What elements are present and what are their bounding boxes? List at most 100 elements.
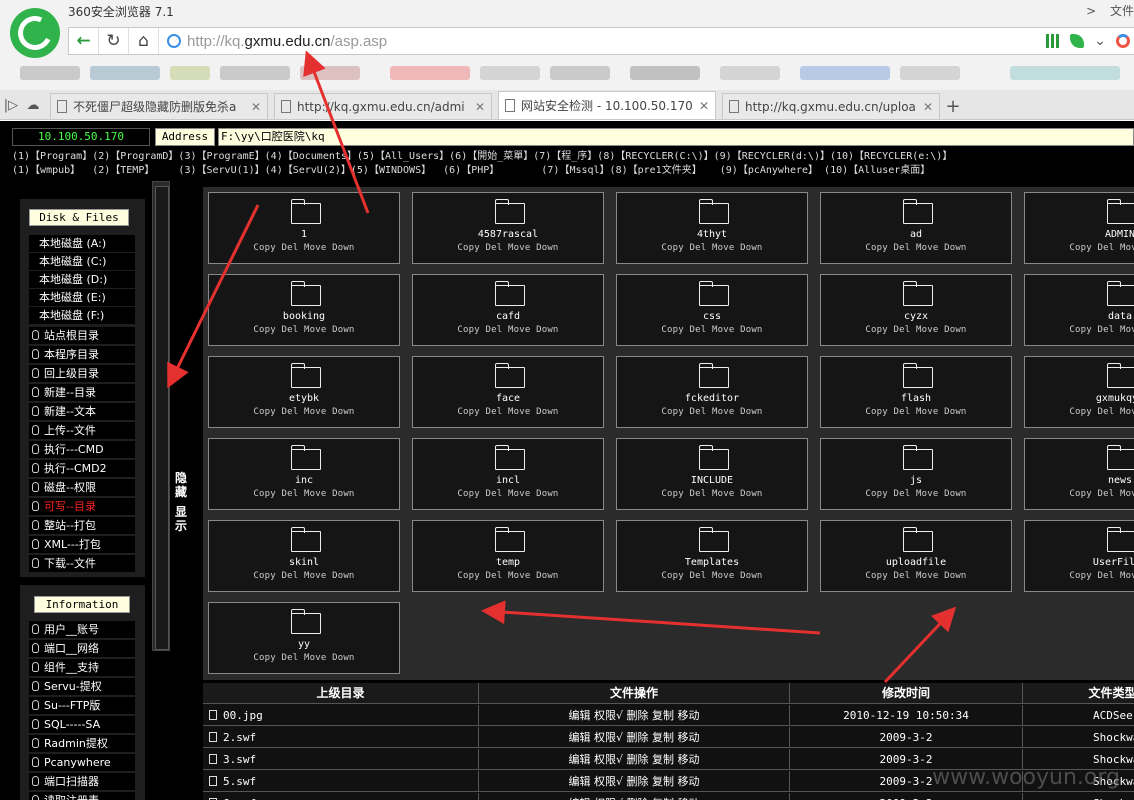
drive-item[interactable]: 本地磁盘 (D:) (29, 271, 135, 288)
file-name[interactable]: 5.swf (223, 775, 256, 788)
tab-2[interactable]: http://kq.gxmu.edu.cn/admi ✕ (274, 93, 492, 119)
folder-actions[interactable]: Copy Del Move Down (413, 571, 603, 581)
folder-actions[interactable]: Copy Del Move Down (209, 653, 399, 663)
refresh-button[interactable]: ↻ (99, 28, 129, 54)
folder-actions[interactable]: Copy Del Move Down (413, 407, 603, 417)
folder-actions[interactable]: Copy Del Move Down (1025, 243, 1134, 253)
tab-4[interactable]: http://kq.gxmu.edu.cn/uploa ✕ (722, 93, 940, 119)
folder-name[interactable]: skinl (209, 557, 399, 568)
folder-name[interactable]: 4587rascal (413, 229, 603, 240)
info-item[interactable]: 端口扫描器 (29, 773, 135, 790)
folder-actions[interactable]: Copy Del Move Down (209, 407, 399, 417)
close-icon[interactable]: ✕ (923, 100, 933, 114)
sidebar-item[interactable]: 执行---CMD (29, 441, 135, 458)
file-name[interactable]: 00.jpg (223, 709, 263, 722)
info-item[interactable]: 组件__支持 (29, 659, 135, 676)
sidebar-item[interactable]: 新建--文本 (29, 403, 135, 420)
address-bar-url[interactable]: http://kq.gxmu.edu.cn/asp.asp (187, 33, 1046, 50)
folder-name[interactable]: incl (413, 475, 603, 486)
folder-tile[interactable]: 1 Copy Del Move Down (208, 192, 400, 264)
splitter-thumb[interactable] (155, 186, 169, 650)
folder-actions[interactable]: Copy Del Move Down (413, 325, 603, 335)
folder-name[interactable]: uploadfile (821, 557, 1011, 568)
folder-name[interactable]: news (1025, 475, 1134, 486)
folder-actions[interactable]: Copy Del Move Down (617, 571, 807, 581)
info-item[interactable]: Pcanywhere (29, 754, 135, 771)
back-button[interactable]: ← (69, 28, 99, 54)
folder-tile[interactable]: cafd Copy Del Move Down (412, 274, 604, 346)
folder-actions[interactable]: Copy Del Move Down (209, 325, 399, 335)
file-ops-cell[interactable]: 编辑 权限√ 删除 复制 移动 (479, 793, 790, 800)
folder-actions[interactable]: Copy Del Move Down (617, 243, 807, 253)
window-menu[interactable]: > 文件 (1076, 2, 1134, 19)
folder-name[interactable]: booking (209, 311, 399, 322)
folder-tile[interactable]: etybk Copy Del Move Down (208, 356, 400, 428)
sidebar-item[interactable]: 本程序目录 (29, 346, 135, 363)
file-ops-cell[interactable]: 编辑 权限√ 删除 复制 移动 (479, 727, 790, 748)
info-item[interactable]: 读取注册表 (29, 792, 135, 800)
header-parent-dir[interactable]: 上级目录 (203, 683, 479, 704)
folder-tile[interactable]: ADMIN Copy Del Move Down (1024, 192, 1134, 264)
path-input[interactable]: F:\yy\口腔医院\kq (218, 128, 1134, 146)
file-name[interactable]: 3.swf (223, 753, 256, 766)
menu-file[interactable]: 文件 (1110, 4, 1134, 18)
folder-name[interactable]: temp (413, 557, 603, 568)
shortcuts-row-1[interactable]: (1)【Program】(2)【ProgramD】(3)【ProgramE】(4… (12, 150, 1134, 164)
folder-tile[interactable]: flash Copy Del Move Down (820, 356, 1012, 428)
info-item[interactable]: Servu-提权 (29, 678, 135, 695)
drive-item[interactable]: 本地磁盘 (A:) (29, 235, 135, 252)
sidebar-toggle-icon[interactable]: |▷ (0, 91, 22, 119)
shortcuts-row-2[interactable]: (1)【wmpub】 (2)【TEMP】 (3)【ServU(1)】(4)【Se… (12, 164, 1134, 178)
folder-actions[interactable]: Copy Del Move Down (617, 325, 807, 335)
folder-tile[interactable]: cyzx Copy Del Move Down (820, 274, 1012, 346)
tab-3-active[interactable]: 网站安全检测 - 10.100.50.170 ✕ (498, 91, 716, 119)
folder-tile[interactable]: inc Copy Del Move Down (208, 438, 400, 510)
folder-name[interactable]: ad (821, 229, 1011, 240)
folder-name[interactable]: 4thyt (617, 229, 807, 240)
qr-code-icon[interactable] (1046, 34, 1061, 48)
close-icon[interactable]: ✕ (699, 99, 709, 113)
folder-actions[interactable]: Copy Del Move Down (821, 407, 1011, 417)
address-button[interactable]: Address (155, 128, 215, 146)
folder-actions[interactable]: Copy Del Move Down (209, 571, 399, 581)
folder-tile[interactable]: 4thyt Copy Del Move Down (616, 192, 808, 264)
menu-arrow[interactable]: > (1086, 4, 1096, 18)
folder-name[interactable]: cafd (413, 311, 603, 322)
folder-name[interactable]: etybk (209, 393, 399, 404)
folder-tile[interactable]: INCLUDE Copy Del Move Down (616, 438, 808, 510)
file-name-cell[interactable]: 2.swf (203, 727, 479, 748)
toggle-show[interactable]: 显示 (175, 505, 187, 533)
folder-tile[interactable]: data Copy Del Move Down (1024, 274, 1134, 346)
folder-actions[interactable]: Copy Del Move Down (617, 489, 807, 499)
search-engine-icon[interactable] (1116, 34, 1130, 48)
folder-name[interactable]: fckeditor (617, 393, 807, 404)
home-button[interactable]: ⌂ (129, 28, 159, 54)
folder-name[interactable]: ADMIN (1025, 229, 1134, 240)
folder-tile[interactable]: yy Copy Del Move Down (208, 602, 400, 674)
folder-name[interactable]: INCLUDE (617, 475, 807, 486)
drive-item[interactable]: 本地磁盘 (C:) (29, 253, 135, 270)
path-shortcuts[interactable]: (1)【Program】(2)【ProgramD】(3)【ProgramE】(4… (12, 150, 1134, 178)
sidebar-item[interactable]: 站点根目录 (29, 327, 135, 344)
folder-name[interactable]: gxmukqyy (1025, 393, 1134, 404)
sidebar-item[interactable]: XML---打包 (29, 536, 135, 553)
folder-tile[interactable]: booking Copy Del Move Down (208, 274, 400, 346)
folder-name[interactable]: data (1025, 311, 1134, 322)
close-icon[interactable]: ✕ (251, 100, 261, 114)
folder-actions[interactable]: Copy Del Move Down (617, 407, 807, 417)
folder-actions[interactable]: Copy Del Move Down (1025, 325, 1134, 335)
toggle-hide[interactable]: 隐藏 (175, 471, 187, 499)
folder-actions[interactable]: Copy Del Move Down (209, 489, 399, 499)
info-item[interactable]: SQL-----SA (29, 716, 135, 733)
file-name-cell[interactable]: 3.swf (203, 749, 479, 770)
folder-tile[interactable]: face Copy Del Move Down (412, 356, 604, 428)
folder-tile[interactable]: ad Copy Del Move Down (820, 192, 1012, 264)
sidebar-splitter[interactable] (152, 181, 172, 651)
info-item[interactable]: 用户__账号 (29, 621, 135, 638)
folder-tile[interactable]: news Copy Del Move Down (1024, 438, 1134, 510)
folder-tile[interactable]: uploadfile Copy Del Move Down (820, 520, 1012, 592)
sidebar-item[interactable]: 下载--文件 (29, 555, 135, 572)
folder-tile[interactable]: js Copy Del Move Down (820, 438, 1012, 510)
folder-tile[interactable]: temp Copy Del Move Down (412, 520, 604, 592)
file-name[interactable]: 2.swf (223, 731, 256, 744)
